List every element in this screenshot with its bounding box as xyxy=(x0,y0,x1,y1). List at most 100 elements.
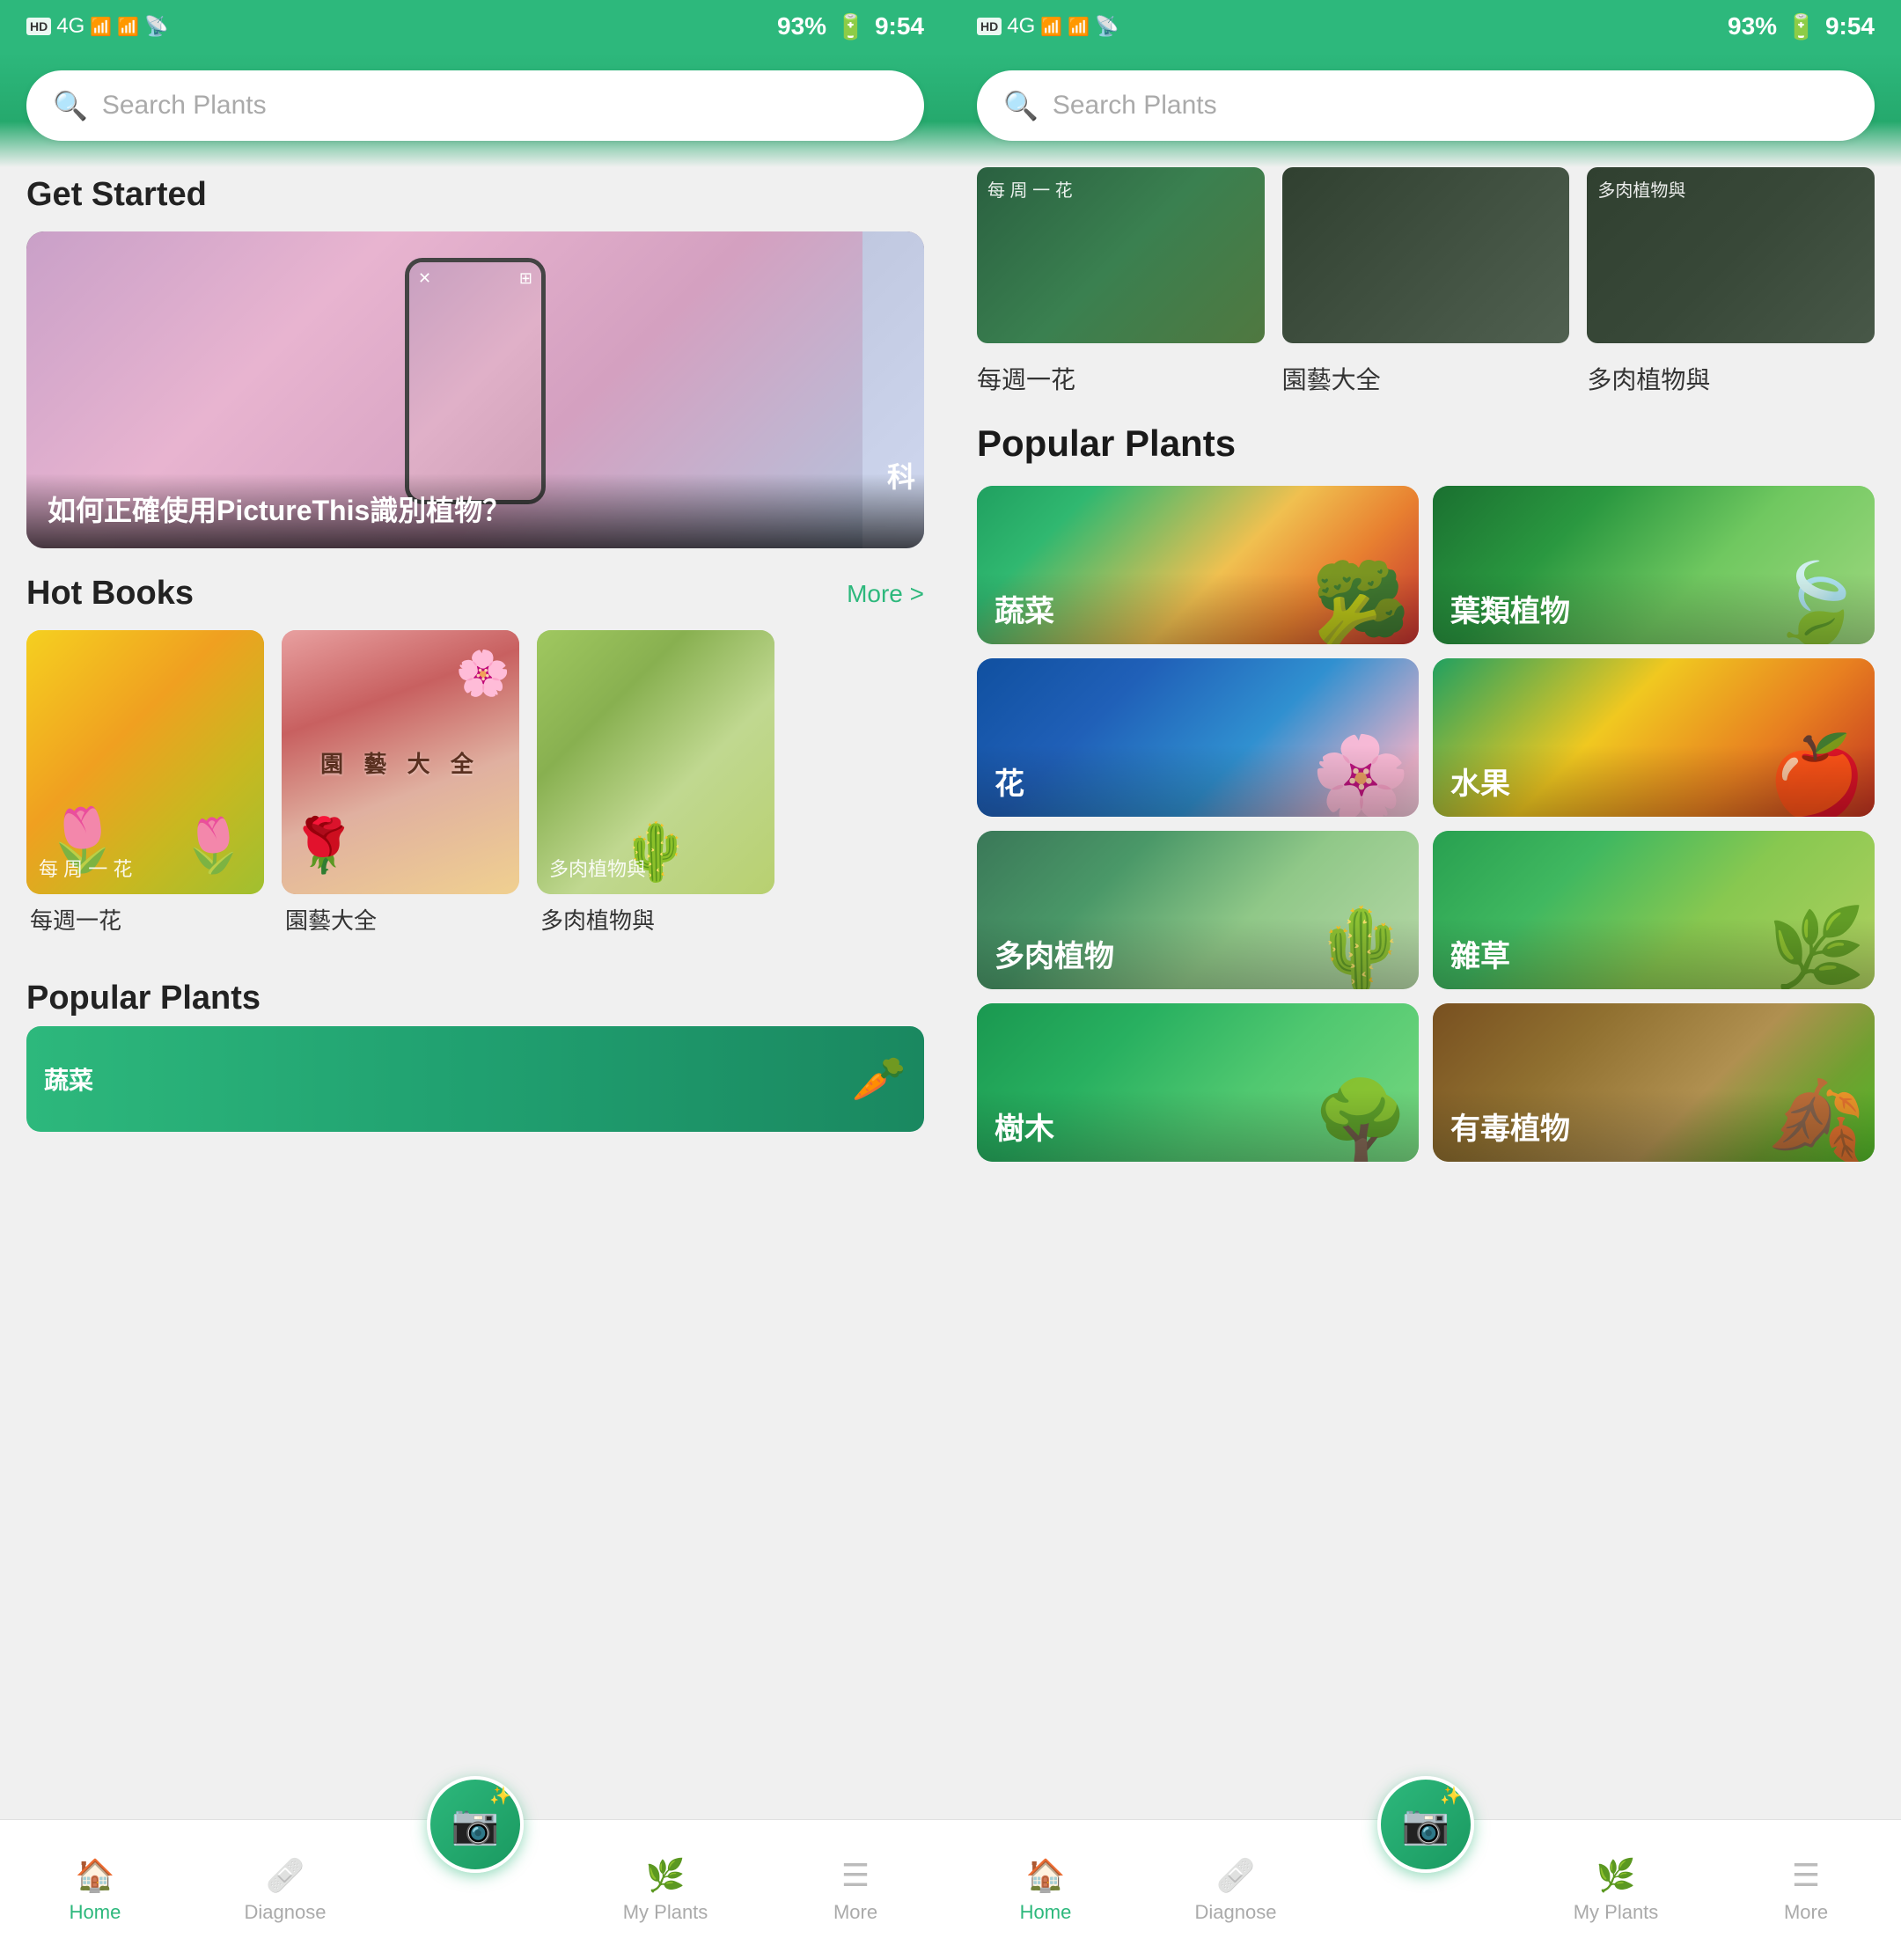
preview-label: 蔬菜 xyxy=(44,1061,93,1097)
plants-grid: 🥦 蔬菜 🍃 葉類植物 🌸 花 🍎 水果 xyxy=(977,486,1875,1162)
home-icon-left: 🏠 xyxy=(76,1857,115,1894)
books-top-strip: 每 周 一 花 多肉植物與 xyxy=(950,167,1901,361)
plant-card-trees[interactable]: 🌳 樹木 xyxy=(977,1003,1419,1162)
get-started-label: Get Started xyxy=(0,167,950,231)
hot-books-more-link[interactable]: More > xyxy=(847,580,924,608)
myplants-icon-left: 🌿 xyxy=(646,1857,686,1894)
more-label-right: More xyxy=(1784,1901,1828,1924)
plant-card-succulent[interactable]: 🌵 多肉植物 xyxy=(977,831,1419,989)
signal-bars-right: 📶 xyxy=(1040,16,1062,38)
hot-books-header: Hot Books More > xyxy=(0,548,950,630)
plant-card-weeds[interactable]: 🌿 雜草 xyxy=(1433,831,1875,989)
plant-card-fruits[interactable]: 🍎 水果 xyxy=(1433,658,1875,817)
diagnose-label-right: Diagnose xyxy=(1195,1901,1277,1924)
nav-diagnose-left[interactable]: 🩹 Diagnose xyxy=(190,1820,380,1960)
camera-fab-left[interactable]: 📷 ✨ xyxy=(427,1776,524,1873)
search-icon-right: 🔍 xyxy=(1003,89,1039,122)
rose-deco: 🌹 xyxy=(290,814,356,877)
wifi-icon-left2: 📡 xyxy=(144,15,168,38)
nav-home-left[interactable]: 🏠 Home xyxy=(0,1820,190,1960)
search-icon-left: 🔍 xyxy=(53,89,88,122)
book-card-2[interactable]: 園 藝 大 全 🌹 🌸 園藝大全 xyxy=(282,630,519,936)
sparkle-left: ✨ xyxy=(489,1785,511,1807)
camera-icon-left: 📷 xyxy=(451,1802,500,1847)
search-bar-right[interactable]: 🔍 Search Plants xyxy=(977,70,1875,141)
home-icon-right: 🏠 xyxy=(1026,1857,1066,1894)
popular-title-right: Popular Plants xyxy=(977,414,1875,465)
signal-icons-left: HD 4G 📶 📶 📡 xyxy=(26,14,168,39)
signal-icons-right: HD 4G 📶 📶 📡 xyxy=(977,14,1119,39)
mini-book-1[interactable]: 每 周 一 花 xyxy=(977,167,1265,343)
search-placeholder-right: Search Plants xyxy=(1053,91,1217,121)
book-img-1: 🌷 🌷 每 周 一 花 xyxy=(26,630,264,894)
bottom-nav-left: 🏠 Home 🩹 Diagnose 📷 ✨ 🌿 My Plants ☰ More xyxy=(0,1819,950,1960)
status-bar-right: HD 4G 📶 📶 📡 93% 🔋 9:54 xyxy=(950,0,1901,53)
nav-camera-right[interactable]: 📷 ✨ xyxy=(1331,1820,1521,1960)
header-right: 🔍 Search Plants xyxy=(950,53,1901,167)
diagnose-icon-left: 🩹 xyxy=(266,1857,305,1894)
book-img-2: 園 藝 大 全 🌹 🌸 xyxy=(282,630,519,894)
book-label-3: 多肉植物與 xyxy=(549,854,646,882)
battery-icon-left: 🔋 xyxy=(835,12,866,41)
book-label-1: 每 周 一 花 xyxy=(39,854,132,882)
search-bar-left[interactable]: 🔍 Search Plants xyxy=(26,70,924,141)
nav-myplants-right[interactable]: 🌿 My Plants xyxy=(1521,1820,1711,1960)
signal-right: 4G xyxy=(1007,14,1035,39)
time-battery-left: 93% 🔋 9:54 xyxy=(777,12,924,41)
close-icon-phone: ✕ xyxy=(418,269,431,288)
header-left: 🔍 Search Plants xyxy=(0,53,950,167)
plant-card-toxic[interactable]: 🍂 有毒植物 xyxy=(1433,1003,1875,1162)
article-title: 如何正確使用PictureThis識別植物？ xyxy=(48,491,903,531)
book-img-3: 🌵 多肉植物與 xyxy=(537,630,774,894)
nav-more-left[interactable]: ☰ More xyxy=(760,1820,950,1960)
books-scroll-left: 🌷 🌷 每 周 一 花 每週一花 園 藝 大 全 🌹 🌸 園藝大全 xyxy=(0,630,950,953)
phone-illustration: ✕ ⊞ xyxy=(405,258,546,504)
right-phone-panel: HD 4G 📶 📶 📡 93% 🔋 9:54 🔍 Search Plants 每… xyxy=(950,0,1901,1960)
book-card-1[interactable]: 🌷 🌷 每 周 一 花 每週一花 xyxy=(26,630,264,936)
battery-icon-right: 🔋 xyxy=(1786,12,1817,41)
nav-diagnose-right[interactable]: 🩹 Diagnose xyxy=(1141,1820,1331,1960)
nav-camera-left[interactable]: 📷 ✨ xyxy=(380,1820,570,1960)
popular-section-right: Popular Plants 🥦 蔬菜 🍃 葉類植物 🌸 花 xyxy=(950,414,1901,1162)
left-phone-panel: HD 4G 📶 📶 📡 93% 🔋 9:54 🔍 Search Plants G… xyxy=(0,0,950,1960)
mini-book-3[interactable]: 多肉植物與 xyxy=(1587,167,1875,343)
fruits-label: 水果 xyxy=(1433,745,1875,817)
popular-preview: 蔬菜 🥕 xyxy=(26,1026,924,1132)
hd-icon: HD xyxy=(26,18,51,35)
mini-book-label-3: 多肉植物與 xyxy=(1597,176,1685,202)
nav-home-right[interactable]: 🏠 Home xyxy=(950,1820,1141,1960)
book-card-3[interactable]: 🌵 多肉植物與 多肉植物與 xyxy=(537,630,774,936)
plant-card-veggies[interactable]: 🥦 蔬菜 xyxy=(977,486,1419,644)
nav-myplants-left[interactable]: 🌿 My Plants xyxy=(570,1820,760,1960)
camera-icon-right: 📷 xyxy=(1402,1802,1450,1847)
veggies-label: 蔬菜 xyxy=(977,573,1419,644)
more-icon-right: ☰ xyxy=(1792,1857,1820,1894)
hot-books-title: Hot Books xyxy=(26,575,194,613)
toxic-label: 有毒植物 xyxy=(1433,1090,1875,1162)
signal-bars-2-left: 📶 xyxy=(90,16,112,38)
rose-deco-2: 🌸 xyxy=(456,648,510,700)
status-bar-left: HD 4G 📶 📶 📡 93% 🔋 9:54 xyxy=(0,0,950,53)
time-battery-right: 93% 🔋 9:54 xyxy=(1728,12,1875,41)
content-left: Get Started ✕ ⊞ 如何正確使用PictureThis識別植物？ 科… xyxy=(0,167,950,1819)
wifi-icon-left: 📶 xyxy=(117,16,139,38)
time-left: 9:54 xyxy=(875,12,924,40)
myplants-label-left: My Plants xyxy=(623,1901,708,1924)
weeds-label: 雜草 xyxy=(1433,918,1875,989)
home-label-left: Home xyxy=(70,1901,121,1924)
article-overlay: 如何正確使用PictureThis識別植物？ xyxy=(26,473,924,548)
article-card[interactable]: ✕ ⊞ 如何正確使用PictureThis識別植物？ 科 xyxy=(26,231,924,548)
book-name-3: 多肉植物與 xyxy=(537,903,774,936)
mini-book-label-1: 每 周 一 花 xyxy=(987,176,1073,202)
plant-card-flowers[interactable]: 🌸 花 xyxy=(977,658,1419,817)
home-label-right: Home xyxy=(1020,1901,1072,1924)
plant-card-leaves[interactable]: 🍃 葉類植物 xyxy=(1433,486,1875,644)
leaves-label: 葉類植物 xyxy=(1433,573,1875,644)
camera-fab-right[interactable]: 📷 ✨ xyxy=(1377,1776,1474,1873)
popular-header-left: Popular Plants xyxy=(0,953,950,1026)
phone-screen xyxy=(409,262,541,500)
nav-more-right[interactable]: ☰ More xyxy=(1711,1820,1901,1960)
mini-book-2[interactable] xyxy=(1282,167,1570,343)
book-name-r1: 每週一花 xyxy=(977,361,1265,396)
hd-icon-right: HD xyxy=(977,18,1002,35)
